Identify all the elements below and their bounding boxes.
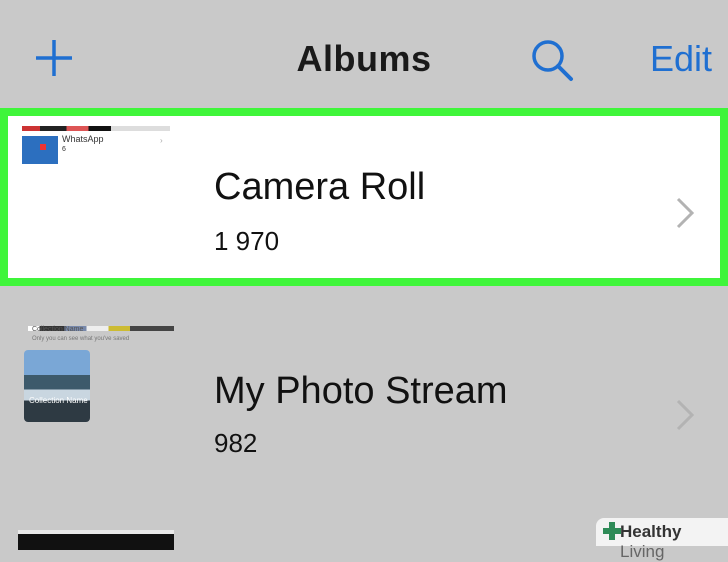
page-title: Albums (296, 38, 432, 79)
search-button[interactable] (530, 38, 574, 82)
plus-logo-icon (603, 522, 621, 540)
album-count: 1 970 (214, 226, 280, 256)
album-thumbnail: WhatsApp 6 › (18, 122, 174, 278)
album-thumbnail (18, 530, 174, 550)
watermark-light: Living (620, 542, 665, 561)
thumbnail-status-bar (22, 126, 170, 131)
thumbnail-label: WhatsApp (62, 134, 104, 144)
navigation-bar: Albums Edit (0, 0, 728, 112)
album-row-camera-roll[interactable]: WhatsApp 6 › Camera Roll 1 970 (0, 108, 728, 286)
album-name: My Photo Stream (214, 370, 508, 412)
album-row-my-photo-stream[interactable]: Collection Name Only you can see what yo… (0, 300, 728, 490)
album-thumbnail: Collection Name Only you can see what yo… (18, 324, 174, 480)
thumbnail-card-label: Collection Name (29, 396, 88, 405)
chevron-right-icon (676, 197, 695, 229)
chevron-right-icon (676, 399, 695, 431)
thumbnail-chevron-icon: › (160, 136, 163, 145)
watermark-logo: Healthy Living (596, 518, 728, 561)
watermark-text: Healthy Living (620, 522, 728, 562)
thumbnail-image (22, 136, 58, 164)
edit-button[interactable]: Edit (650, 38, 712, 80)
thumbnail-dot (40, 144, 46, 150)
watermark-bold: Healthy (620, 522, 682, 541)
thumbnail-photo-card: Collection Name (24, 350, 90, 422)
thumbnail-title: Collection Name (32, 326, 84, 333)
thumbnail-subtitle: Only you can see what you've saved (32, 336, 130, 342)
thumbnail-count: 6 (62, 146, 66, 153)
album-count: 982 (214, 428, 258, 458)
search-icon (532, 40, 573, 81)
album-name: Camera Roll (214, 166, 426, 208)
